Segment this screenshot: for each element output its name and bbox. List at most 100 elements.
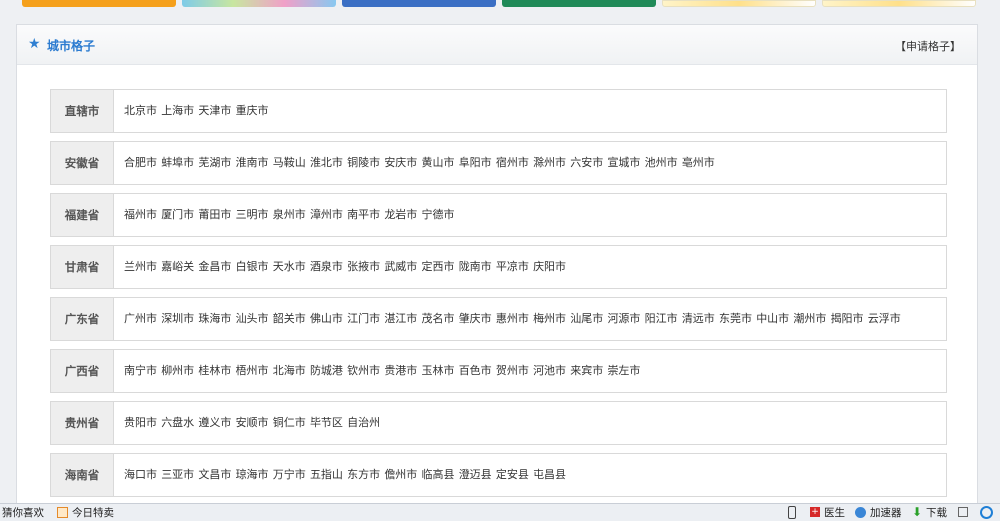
city-link[interactable]: 白银市	[236, 246, 269, 288]
city-link[interactable]: 黄山市	[422, 142, 455, 184]
city-link[interactable]: 深圳市	[161, 298, 194, 340]
city-link[interactable]: 佛山市	[310, 298, 343, 340]
ie-icon[interactable]	[980, 506, 993, 519]
city-link[interactable]: 汕头市	[236, 298, 269, 340]
city-link[interactable]: 惠州市	[496, 298, 529, 340]
city-link[interactable]: 上海市	[161, 90, 194, 132]
city-link[interactable]: 张掖市	[347, 246, 380, 288]
banner-6[interactable]	[822, 0, 976, 7]
city-link[interactable]: 南平市	[347, 194, 380, 236]
city-link[interactable]: 龙岩市	[384, 194, 417, 236]
city-link[interactable]: 毕节区	[310, 402, 343, 444]
city-link[interactable]: 莆田市	[198, 194, 231, 236]
city-link[interactable]: 云浮市	[868, 298, 901, 340]
city-link[interactable]: 韶关市	[273, 298, 306, 340]
city-link[interactable]: 澄迈县	[459, 454, 492, 496]
city-link[interactable]: 六安市	[570, 142, 603, 184]
city-link[interactable]: 中山市	[756, 298, 789, 340]
city-link[interactable]: 嘉峪关	[161, 246, 194, 288]
city-link[interactable]: 天水市	[273, 246, 306, 288]
city-link[interactable]: 崇左市	[607, 350, 640, 392]
city-link[interactable]: 定西市	[422, 246, 455, 288]
city-link[interactable]: 阜阳市	[459, 142, 492, 184]
city-link[interactable]: 宿州市	[496, 142, 529, 184]
city-link[interactable]: 河源市	[607, 298, 640, 340]
city-link[interactable]: 贺州市	[496, 350, 529, 392]
doctor-button[interactable]: 医生	[824, 506, 845, 520]
city-link[interactable]: 福州市	[124, 194, 157, 236]
city-link[interactable]: 铜仁市	[273, 402, 306, 444]
city-link[interactable]: 珠海市	[198, 298, 231, 340]
province-label[interactable]: 贵州省	[51, 402, 114, 444]
city-link[interactable]: 阳江市	[645, 298, 678, 340]
apply-grid-link[interactable]: 【申请格子】	[895, 38, 961, 54]
city-link[interactable]: 梅州市	[533, 298, 566, 340]
city-link[interactable]: 清远市	[682, 298, 715, 340]
city-link[interactable]: 厦门市	[161, 194, 194, 236]
accelerator-button[interactable]: 加速器	[870, 506, 902, 520]
city-link[interactable]: 天津市	[198, 90, 231, 132]
city-link[interactable]: 六盘水	[161, 402, 194, 444]
city-link[interactable]: 滁州市	[533, 142, 566, 184]
city-link[interactable]: 北京市	[124, 90, 157, 132]
guess-you-like-link[interactable]: 猜你喜欢	[2, 506, 44, 520]
city-link[interactable]: 三亚市	[161, 454, 194, 496]
city-link[interactable]: 玉林市	[422, 350, 455, 392]
city-link[interactable]: 东莞市	[719, 298, 752, 340]
city-link[interactable]: 百色市	[459, 350, 492, 392]
province-label[interactable]: 安徽省	[51, 142, 114, 184]
city-link[interactable]: 湛江市	[384, 298, 417, 340]
province-label[interactable]: 海南省	[51, 454, 114, 496]
city-link[interactable]: 泉州市	[273, 194, 306, 236]
city-link[interactable]: 海口市	[124, 454, 157, 496]
city-link[interactable]: 柳州市	[161, 350, 194, 392]
city-link[interactable]: 屯昌县	[533, 454, 566, 496]
city-link[interactable]: 贵港市	[384, 350, 417, 392]
city-link[interactable]: 蚌埠市	[161, 142, 194, 184]
city-link[interactable]: 宁德市	[422, 194, 455, 236]
city-link[interactable]: 梧州市	[236, 350, 269, 392]
city-link[interactable]: 武威市	[384, 246, 417, 288]
province-label[interactable]: 福建省	[51, 194, 114, 236]
city-link[interactable]: 潮州市	[793, 298, 826, 340]
city-link[interactable]: 合肥市	[124, 142, 157, 184]
city-link[interactable]: 万宁市	[273, 454, 306, 496]
city-link[interactable]: 马鞍山	[273, 142, 306, 184]
download-button[interactable]: 下载	[926, 506, 947, 520]
province-label[interactable]: 广东省	[51, 298, 114, 340]
province-label[interactable]: 广西省	[51, 350, 114, 392]
city-link[interactable]: 儋州市	[384, 454, 417, 496]
city-link[interactable]: 池州市	[645, 142, 678, 184]
banner-2[interactable]	[182, 0, 336, 7]
city-link[interactable]: 贵阳市	[124, 402, 157, 444]
phone-icon[interactable]	[788, 506, 796, 519]
city-link[interactable]: 桂林市	[198, 350, 231, 392]
banner-1[interactable]	[22, 0, 176, 7]
city-link[interactable]: 三明市	[236, 194, 269, 236]
city-link[interactable]: 铜陵市	[347, 142, 380, 184]
banner-5[interactable]	[662, 0, 816, 7]
city-link[interactable]: 南宁市	[124, 350, 157, 392]
city-link[interactable]: 五指山	[310, 454, 343, 496]
city-link[interactable]: 金昌市	[198, 246, 231, 288]
city-link[interactable]: 淮南市	[236, 142, 269, 184]
city-link[interactable]: 防城港	[310, 350, 343, 392]
city-link[interactable]: 定安县	[496, 454, 529, 496]
city-link[interactable]: 河池市	[533, 350, 566, 392]
city-link[interactable]: 漳州市	[310, 194, 343, 236]
city-link[interactable]: 宣城市	[607, 142, 640, 184]
city-link[interactable]: 庆阳市	[533, 246, 566, 288]
banner-3[interactable]	[342, 0, 496, 7]
city-link[interactable]: 琼海市	[236, 454, 269, 496]
city-link[interactable]: 临高县	[422, 454, 455, 496]
city-link[interactable]: 芜湖市	[198, 142, 231, 184]
province-label[interactable]: 甘肃省	[51, 246, 114, 288]
city-link[interactable]: 亳州市	[682, 142, 715, 184]
banner-4[interactable]	[502, 0, 656, 7]
city-link[interactable]: 安顺市	[236, 402, 269, 444]
city-link[interactable]: 重庆市	[236, 90, 269, 132]
city-link[interactable]: 广州市	[124, 298, 157, 340]
city-link[interactable]: 江门市	[347, 298, 380, 340]
ime-icon[interactable]	[958, 507, 968, 517]
city-link[interactable]: 陇南市	[459, 246, 492, 288]
